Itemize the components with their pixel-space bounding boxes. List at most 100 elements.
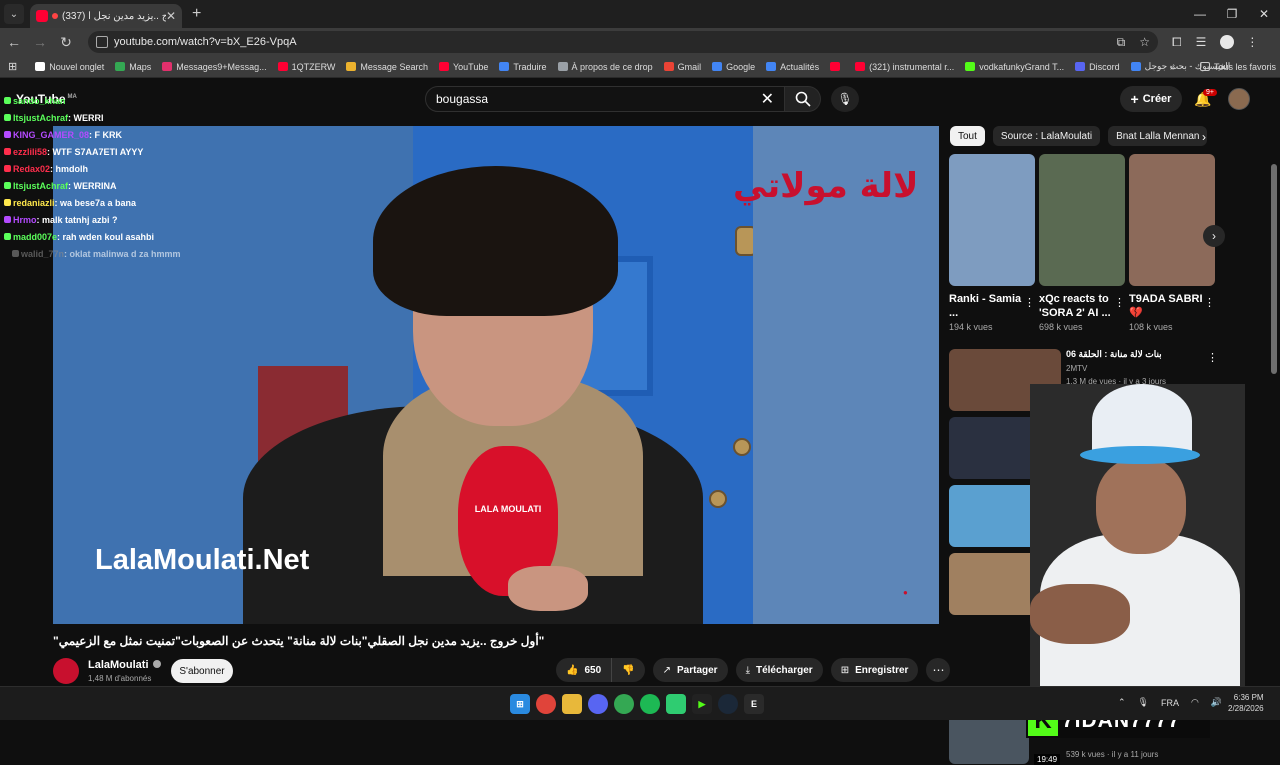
save-button[interactable]: ⊞ Enregistrer	[830, 658, 919, 682]
bookmark-item[interactable]: Gmail	[663, 61, 702, 72]
microphone-tray-icon[interactable]: 🎙	[1138, 697, 1149, 708]
share-button[interactable]: ↗ Partager	[652, 658, 728, 682]
bookmark-item[interactable]: Actualités	[766, 61, 819, 72]
youtube-page: YouTube MA bougassa ✕ 🎙 + Créer 🔔 9+ sando…	[0, 78, 1280, 765]
video-meta: 539 k vues · il y a 11 jours	[1066, 750, 1159, 759]
page-scrollbar[interactable]	[1271, 164, 1277, 374]
more-options-icon[interactable]: ⋮	[1204, 296, 1215, 309]
discord-icon[interactable]	[588, 694, 608, 714]
bookmark-item[interactable]: À propos de ce drop	[557, 61, 653, 72]
bookmark-item[interactable]: Google	[712, 61, 755, 72]
bookmark-item[interactable]	[830, 61, 844, 72]
close-window-icon[interactable]: ✕	[1248, 0, 1280, 28]
chat-username[interactable]: redaniazli	[13, 198, 55, 208]
browser-tab-active[interactable]: (337) أول خروج ..يزيد مدين نجل ا ✕	[30, 4, 182, 28]
bookmark-item[interactable]: Messages9+Messag...	[162, 61, 267, 72]
like-button[interactable]: 👍 650	[556, 658, 613, 682]
filter-chip[interactable]: Bnat Lalla Mennan	[1108, 126, 1208, 146]
start-menu-icon[interactable]: ⊞	[510, 694, 530, 714]
tray-chevron-icon[interactable]: ⌃	[1118, 697, 1126, 708]
subscribe-button[interactable]: S'abonner	[171, 659, 233, 683]
reload-icon[interactable]: ↻	[54, 34, 78, 51]
account-avatar[interactable]	[1228, 88, 1250, 110]
chat-username[interactable]: ItsjustAchraf	[13, 113, 68, 123]
cast-icon[interactable]: ⧉	[1117, 35, 1126, 50]
apps-grid-icon[interactable]: ⊞	[8, 60, 17, 73]
shorts-next-icon[interactable]: ›	[1203, 225, 1225, 247]
profile-avatar[interactable]	[1220, 35, 1235, 49]
spotify-icon[interactable]	[640, 694, 660, 714]
short-item[interactable]: T9ADA SABRI 💔 108 k vues ⋮	[1129, 154, 1215, 332]
short-item[interactable]: xQc reacts to 'SORA 2' AI ... 698 k vues ⋮	[1039, 154, 1125, 332]
extensions-icon[interactable]: ⧠	[1172, 35, 1182, 50]
channel-name[interactable]: LalaMoulati	[88, 659, 161, 671]
wifi-icon[interactable]: ◠	[1191, 697, 1199, 708]
new-tab-icon[interactable]: +	[192, 5, 201, 23]
search-button[interactable]	[785, 86, 821, 112]
short-thumbnail[interactable]	[1129, 154, 1215, 286]
thumbs-down-icon: 👎	[622, 664, 635, 676]
android-studio-icon[interactable]	[666, 694, 686, 714]
bookmark-item[interactable]: Traduire	[499, 61, 547, 72]
site-info-icon[interactable]	[96, 36, 108, 48]
volume-icon[interactable]: 🔊	[1211, 697, 1222, 708]
bookmark-item[interactable]: Maps	[115, 61, 151, 72]
short-title: Ranki - Samia ...	[949, 293, 1022, 319]
kick-app-icon[interactable]: ▶	[692, 694, 712, 714]
url-field[interactable]: youtube.com/watch?v=bX_E26-VpqA ⧉ ☆	[88, 31, 1158, 53]
voice-search-icon[interactable]: 🎙	[831, 86, 859, 112]
bookmark-item[interactable]: YouTube	[438, 61, 488, 72]
search-input[interactable]: bougassa ✕	[425, 86, 785, 112]
reading-list-icon[interactable]: ☰	[1196, 35, 1207, 49]
all-bookmarks-label: Tous les favoris	[1214, 61, 1277, 72]
chat-username[interactable]: Hrmo	[13, 215, 37, 225]
short-thumbnail[interactable]	[949, 154, 1035, 286]
chat-username[interactable]: sando_khan	[13, 96, 66, 106]
short-item[interactable]: Ranki - Samia ... 194 k vues ⋮	[949, 154, 1035, 332]
more-options-icon[interactable]: ⋮	[1024, 296, 1035, 309]
epic-games-icon[interactable]: E	[744, 694, 764, 714]
chat-username[interactable]: Redax02	[13, 164, 50, 174]
create-button[interactable]: + Créer	[1120, 86, 1182, 112]
more-options-icon[interactable]: ⋮	[1114, 296, 1125, 309]
more-bookmarks-icon[interactable]: »	[1170, 62, 1175, 72]
download-button[interactable]: ⤓ Télécharger	[735, 658, 823, 682]
corner-logo-icon: ●	[903, 588, 908, 597]
filter-chip[interactable]: Source : LalaMoulati	[992, 126, 1101, 146]
steam-icon[interactable]	[718, 694, 738, 714]
clear-search-icon[interactable]: ✕	[761, 89, 774, 109]
bookmark-item[interactable]: Nouvel onglet	[35, 61, 104, 72]
bookmark-item[interactable]: (321) instrumental r...	[855, 61, 954, 72]
forward-icon[interactable]: →	[28, 34, 52, 50]
chat-username[interactable]: ezzlili58	[13, 147, 47, 157]
more-actions-icon[interactable]: ⋯	[926, 658, 951, 682]
more-options-icon[interactable]: ⋮	[1207, 351, 1218, 364]
bookmark-item[interactable]: 1QTZERW	[277, 61, 335, 72]
channel-avatar[interactable]	[53, 658, 79, 684]
chips-next-icon[interactable]: ›	[1202, 130, 1206, 144]
browser-menu-icon[interactable]: ⋮	[1246, 35, 1258, 49]
chat-username[interactable]: madd007e	[13, 232, 57, 242]
file-explorer-icon[interactable]	[562, 694, 582, 714]
chat-username[interactable]: walid_77n	[21, 249, 64, 259]
language-indicator[interactable]: FRA	[1161, 698, 1179, 708]
chrome-icon[interactable]	[614, 694, 634, 714]
chat-username[interactable]: KING_GAMER_08	[13, 130, 89, 140]
dislike-button[interactable]: 👎	[612, 658, 645, 682]
bookmark-label: Gmail	[677, 61, 702, 72]
bookmark-star-icon[interactable]: ☆	[1139, 35, 1150, 49]
taskbar-clock[interactable]: 6:36 PM 2/28/2026	[1228, 692, 1264, 714]
bookmark-item[interactable]: vodkafunkyGrand T...	[965, 61, 1064, 72]
bookmark-item[interactable]: Discord	[1075, 61, 1120, 72]
filter-chip[interactable]: Tout	[950, 126, 985, 146]
all-bookmarks[interactable]: Tous les favoris	[1200, 62, 1276, 72]
back-icon[interactable]: ←	[2, 34, 26, 50]
minimize-icon[interactable]: —	[1184, 0, 1216, 28]
tab-search-icon[interactable]: ⌄	[4, 4, 24, 24]
chat-username[interactable]: ItsjustAchraf	[13, 181, 68, 191]
chrome-icon[interactable]	[536, 694, 556, 714]
short-thumbnail[interactable]	[1039, 154, 1125, 286]
close-tab-icon[interactable]: ✕	[166, 9, 176, 23]
bookmark-item[interactable]: Message Search	[346, 61, 428, 72]
restore-icon[interactable]: ❐	[1216, 0, 1248, 28]
